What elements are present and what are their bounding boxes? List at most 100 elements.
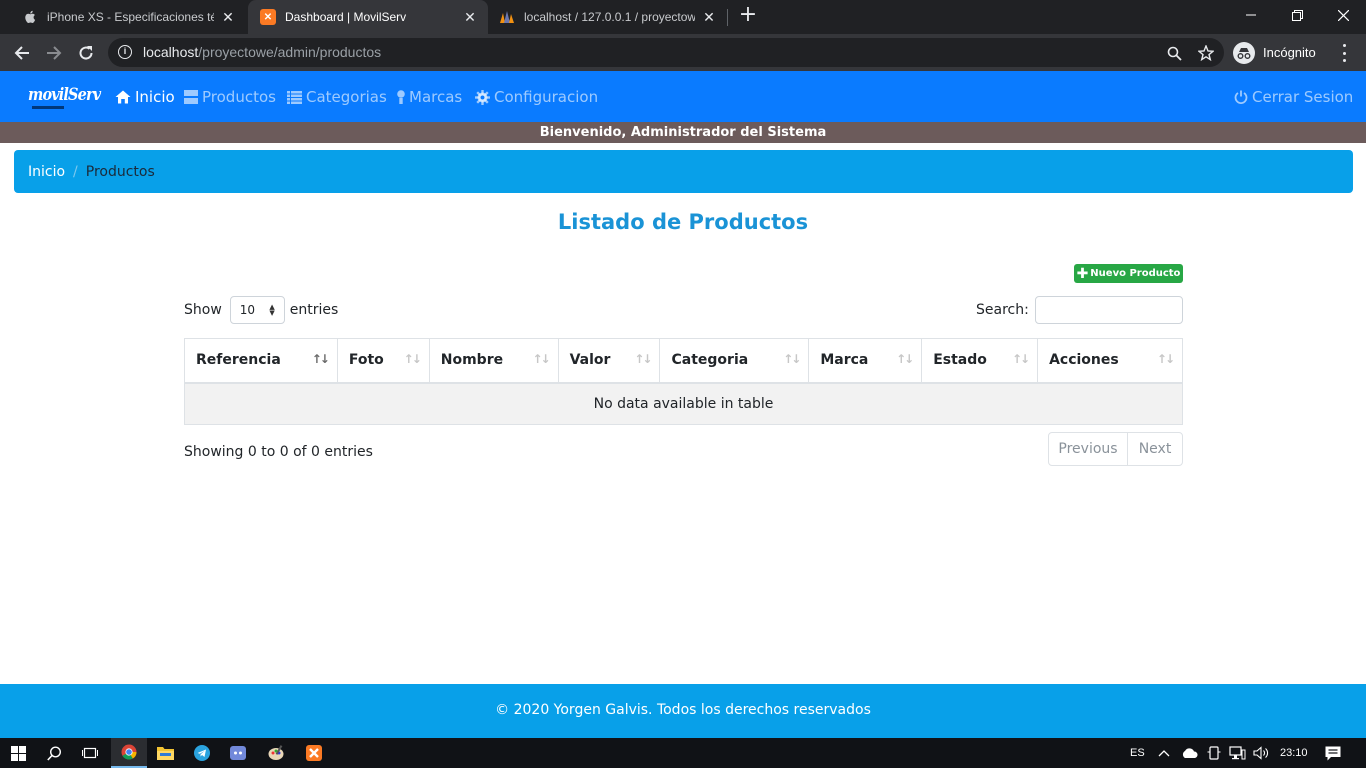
- file-explorer-icon[interactable]: [147, 738, 183, 768]
- column-header-categoria[interactable]: Categoria ↑↓: [659, 338, 810, 384]
- column-header-foto[interactable]: Foto ↑↓: [336, 338, 430, 384]
- site-info-icon[interactable]: i: [118, 45, 132, 59]
- select-arrows-icon: ▲ ▼: [269, 303, 275, 317]
- nav-item-categorias[interactable]: Categorias: [287, 87, 387, 107]
- tab-title: localhost / 127.0.0.1 / proyectowe: [524, 10, 695, 24]
- breadcrumb: Inicio / Productos: [14, 150, 1353, 193]
- column-header-referencia[interactable]: Referencia ↑↓: [184, 338, 338, 384]
- reload-icon[interactable]: [73, 40, 99, 66]
- windows-taskbar: ES 23:10: [0, 738, 1366, 768]
- brand-logo-underline: [32, 106, 64, 109]
- clock-time[interactable]: 23:10: [1280, 738, 1308, 768]
- tab-title: Dashboard | MovilServ: [285, 10, 407, 24]
- search-input[interactable]: [1034, 296, 1183, 324]
- incognito-label: Incógnito: [1263, 45, 1316, 60]
- zoom-search-icon[interactable]: [1165, 44, 1183, 62]
- logout-label: Cerrar Sesion: [1252, 88, 1354, 106]
- list-icon: [287, 90, 302, 104]
- windows-start-icon[interactable]: [0, 738, 36, 768]
- site-navbar: movilServ Inicio Productos Categorias Ma…: [0, 71, 1366, 122]
- language-indicator[interactable]: ES: [1130, 738, 1145, 768]
- xampp-taskbar-icon[interactable]: [296, 738, 332, 768]
- nav-item-configuracion[interactable]: Configuracion: [475, 87, 598, 107]
- close-tab-icon[interactable]: ✕: [701, 9, 717, 25]
- task-view-icon[interactable]: [72, 738, 108, 768]
- column-header-valor[interactable]: Valor ↑↓: [557, 338, 661, 384]
- nav-label: Marcas: [409, 88, 463, 106]
- entries-length-select[interactable]: 10 ▲ ▼: [229, 296, 285, 324]
- pagination: Previous Next: [1048, 432, 1183, 466]
- entries-length-value: 10: [239, 303, 256, 317]
- back-arrow-icon[interactable]: [9, 40, 35, 66]
- close-window-icon[interactable]: [1320, 0, 1366, 30]
- column-header-acciones[interactable]: Acciones ↑↓: [1037, 338, 1183, 384]
- url-host: localhost: [143, 44, 199, 60]
- tab-separator: [727, 9, 728, 26]
- server-icon: [184, 90, 198, 104]
- browser-tab-iphone[interactable]: iPhone XS - Especificaciones técn ✕: [10, 0, 246, 34]
- new-product-label: Nuevo Producto: [1090, 268, 1181, 279]
- power-icon: [1234, 90, 1248, 104]
- restore-window-icon[interactable]: [1274, 0, 1320, 30]
- new-product-button[interactable]: ✚ Nuevo Producto: [1074, 264, 1183, 283]
- nav-item-inicio[interactable]: Inicio: [115, 87, 175, 107]
- chrome-taskbar-icon[interactable]: [111, 738, 147, 768]
- browser-menu-icon[interactable]: [1340, 44, 1348, 62]
- sort-icon: ↑↓: [1156, 352, 1175, 366]
- tray-chevron-up-icon[interactable]: [1158, 738, 1170, 768]
- sort-icon: ↑↓: [783, 352, 801, 366]
- search-icon[interactable]: [36, 738, 72, 768]
- column-header-nombre[interactable]: Nombre ↑↓: [428, 338, 559, 384]
- new-tab-plus-icon[interactable]: +: [737, 4, 759, 27]
- breadcrumb-current: Productos: [85, 163, 155, 180]
- tab-title: iPhone XS - Especificaciones técn: [47, 10, 214, 24]
- entries-length-control: Show 10 ▲ ▼ entries: [184, 296, 338, 324]
- nav-item-marcas[interactable]: Marcas: [397, 87, 462, 107]
- volume-icon[interactable]: [1253, 738, 1270, 768]
- table-search-control: Search:: [976, 296, 1183, 324]
- nav-label: Configuracion: [494, 88, 599, 106]
- close-tab-icon[interactable]: ✕: [462, 9, 478, 25]
- show-label: Show: [184, 302, 222, 318]
- paint-icon[interactable]: [258, 738, 294, 768]
- previous-page-button[interactable]: Previous: [1049, 433, 1128, 465]
- onedrive-cloud-icon[interactable]: [1181, 738, 1199, 768]
- welcome-bar: Bienvenido, Administrador del Sistema: [0, 122, 1366, 143]
- bookmark-star-icon[interactable]: [1197, 44, 1215, 62]
- minimize-window-icon[interactable]: [1228, 0, 1274, 30]
- gear-icon: [475, 89, 490, 105]
- telegram-icon[interactable]: [184, 738, 220, 768]
- products-table: Referencia ↑↓ Foto ↑↓ Nombre ↑↓ Valor ↑↓ Cat…: [184, 338, 1183, 425]
- lightbulb-icon: [397, 89, 405, 105]
- sort-icon: ↑↓: [1011, 352, 1030, 366]
- browser-tab-strip: iPhone XS - Especificaciones técn ✕ ✕ Da…: [0, 0, 1366, 34]
- discord-icon[interactable]: [220, 738, 256, 768]
- xampp-icon: ✕: [260, 9, 276, 25]
- device-icon[interactable]: [1207, 738, 1221, 768]
- close-tab-icon[interactable]: ✕: [220, 9, 236, 25]
- nav-label: Productos: [202, 88, 276, 106]
- sort-icon: ↑↓: [896, 352, 914, 366]
- plus-icon: ✚: [1076, 265, 1089, 282]
- empty-table-message: No data available in table: [184, 382, 1183, 425]
- brand-logo[interactable]: movilServ: [28, 85, 101, 105]
- url-path: /proyectowe/admin/productos: [198, 44, 382, 60]
- notifications-icon[interactable]: [1325, 738, 1341, 768]
- forward-arrow-icon[interactable]: [41, 40, 67, 66]
- incognito-indicator[interactable]: Incógnito: [1233, 39, 1316, 66]
- network-icon[interactable]: [1229, 738, 1246, 768]
- address-bar[interactable]: i localhost/proyectowe/admin/productos: [108, 38, 1224, 67]
- nav-label: Categorias: [306, 88, 387, 106]
- logout-link[interactable]: Cerrar Sesion: [1234, 87, 1353, 107]
- column-header-estado[interactable]: Estado ↑↓: [921, 338, 1039, 384]
- footer: © 2020 Yorgen Galvis. Todos los derechos…: [0, 684, 1366, 738]
- browser-tab-phpmyadmin[interactable]: localhost / 127.0.0.1 / proyectowe ✕: [487, 0, 727, 34]
- sort-icon: ↑↓: [403, 352, 422, 366]
- next-page-button[interactable]: Next: [1128, 433, 1182, 465]
- nav-label: Inicio: [135, 88, 175, 106]
- column-header-marca[interactable]: Marca ↑↓: [808, 338, 923, 384]
- table-info: Showing 0 to 0 of 0 entries: [184, 444, 373, 460]
- breadcrumb-home-link[interactable]: Inicio: [28, 164, 65, 180]
- browser-tab-dashboard[interactable]: ✕ Dashboard | MovilServ ✕: [248, 0, 488, 34]
- nav-item-productos[interactable]: Productos: [184, 87, 276, 107]
